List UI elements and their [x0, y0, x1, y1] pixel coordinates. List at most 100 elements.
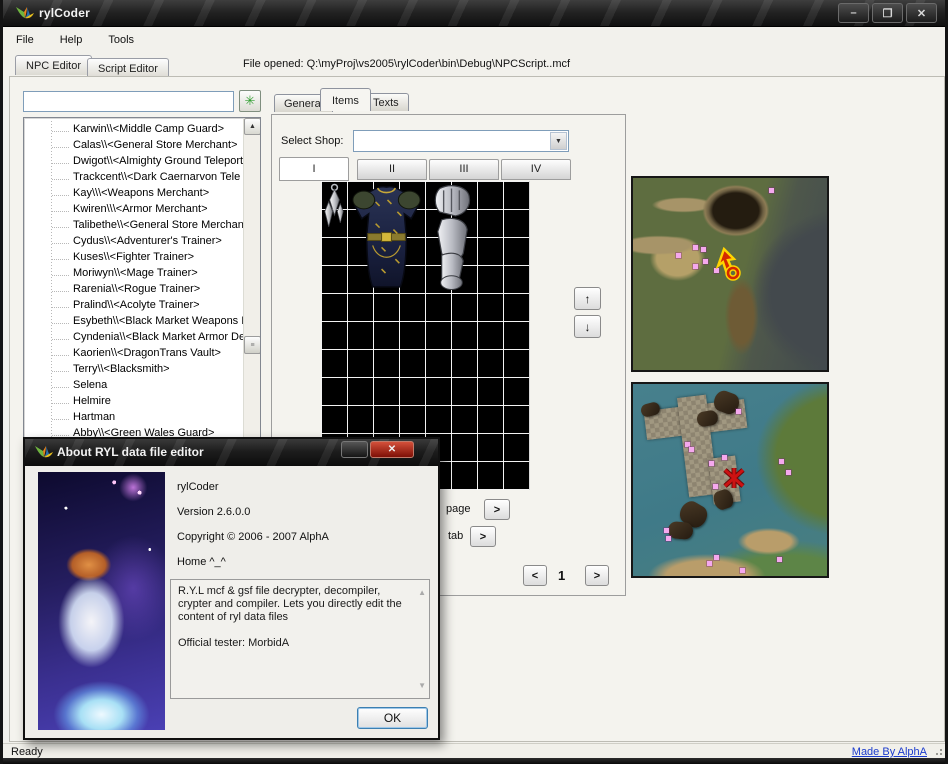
npc-dot-marker [701, 247, 706, 252]
tree-item[interactable]: Kaorien\\<DragonTrans Vault> [24, 345, 243, 361]
tree-item[interactable]: Esybeth\\<Black Market Weapons I [24, 313, 243, 329]
menu-item[interactable]: Tools [95, 31, 147, 49]
about-dialog-title-bar: About RYL data file editor ✕ [25, 439, 438, 466]
copy-page-label: page [446, 503, 470, 515]
tree-item[interactable]: Cyndenia\\<Black Market Armor De [24, 329, 243, 345]
tree-item[interactable]: Hartman [24, 409, 243, 425]
about-version: Version 2.6.0.0 [177, 506, 250, 518]
npc-dot-marker [769, 188, 774, 193]
status-text: Ready [11, 746, 43, 758]
tree-item[interactable]: Helmire [24, 393, 243, 409]
move-down-button[interactable]: ↓ [574, 315, 601, 338]
maximize-button[interactable]: ❐ [872, 3, 903, 23]
menu-item[interactable]: Help [47, 31, 96, 49]
shop-combobox[interactable]: ▼ [353, 130, 569, 152]
slot-tab[interactable]: IV [501, 159, 571, 180]
scroll-up-icon: ▲ [418, 586, 426, 599]
move-up-button[interactable]: ↑ [574, 287, 601, 310]
app-window: rylCoder – ❐ ✕ FileHelpTools NPC Editor … [0, 0, 948, 764]
close-button[interactable]: ✕ [906, 3, 937, 23]
scroll-up-button[interactable]: ▲ [244, 118, 261, 135]
world-map-overview[interactable] [631, 176, 829, 372]
npc-dot-marker [740, 568, 745, 573]
npc-dot-marker [786, 470, 791, 475]
window-title: rylCoder [39, 6, 90, 20]
tree-item[interactable]: Rarenia\\<Rogue Trainer> [24, 281, 243, 297]
item-gauntlet[interactable] [426, 182, 477, 293]
slot-tab[interactable]: I [279, 157, 349, 181]
tab-script-editor[interactable]: Script Editor [87, 58, 169, 78]
slot-tab[interactable]: II [357, 159, 427, 180]
tab-npc-editor[interactable]: NPC Editor [15, 55, 92, 75]
npc-dot-marker [693, 264, 698, 269]
menu-bar: FileHelpTools [3, 28, 945, 52]
minimize-button[interactable]: – [838, 3, 869, 23]
dialog-logo-icon [34, 444, 54, 461]
about-tester: Official tester: MorbidA [178, 637, 409, 650]
tree-item[interactable]: Moriwyn\\<Mage Trainer> [24, 265, 243, 281]
title-bar: rylCoder – ❐ ✕ [3, 0, 945, 27]
tree-item[interactable]: Selena [24, 377, 243, 393]
npc-dot-marker [714, 555, 719, 560]
tree-item[interactable]: Trackcent\\<Dark Caernarvon Tele [24, 169, 243, 185]
tree-item[interactable]: Pralind\\<Acolyte Trainer> [24, 297, 243, 313]
about-home-link[interactable]: Home ^_^ [177, 556, 226, 568]
copy-tab-button[interactable]: > [470, 526, 496, 547]
resize-grip-icon[interactable] [933, 746, 943, 756]
combobox-dropdown-icon[interactable]: ▼ [550, 132, 567, 150]
scroll-down-icon: ▼ [418, 679, 426, 692]
about-dialog-title: About RYL data file editor [57, 445, 204, 459]
tree-item[interactable]: Calas\\<General Store Merchant> [24, 137, 243, 153]
dialog-close-button[interactable]: ✕ [370, 441, 414, 458]
npc-dot-marker [664, 528, 669, 533]
status-bar: Ready Made By AlphA [3, 743, 945, 758]
scroll-thumb[interactable]: ≡ [244, 336, 261, 354]
about-description: R.Y.L mcf & gsf file decrypter, decompil… [178, 585, 409, 624]
menu-item[interactable]: File [3, 31, 47, 49]
search-asterisk-icon: ✳ [245, 93, 256, 109]
tree-item[interactable]: Kwiren\\\<Armor Merchant> [24, 201, 243, 217]
about-dialog: About RYL data file editor ✕ rylCoder Ve… [23, 437, 440, 740]
about-description-box[interactable]: R.Y.L mcf & gsf file decrypter, decompil… [170, 579, 430, 699]
copy-page-button[interactable]: > [484, 499, 510, 520]
copy-tab-label: tab [448, 530, 463, 542]
tab-items[interactable]: Items [320, 88, 371, 111]
select-shop-label: Select Shop: [281, 135, 343, 147]
about-copyright: Copyright © 2006 - 2007 AlphA [177, 531, 329, 543]
tree-item[interactable]: Talibethe\\<General Store Merchan [24, 217, 243, 233]
item-armor[interactable] [348, 182, 425, 293]
ok-button[interactable]: OK [357, 707, 428, 729]
npc-dot-marker [736, 409, 741, 414]
tree-item[interactable]: Terry\\<Blacksmith> [24, 361, 243, 377]
search-button[interactable]: ✳ [239, 90, 261, 112]
npc-dot-marker [722, 455, 727, 460]
npc-dot-marker [685, 442, 690, 447]
player-arrow-marker [714, 247, 746, 286]
ship [667, 521, 694, 540]
tree-item[interactable]: Karwin\\<Middle Camp Guard> [24, 121, 243, 137]
app-logo-icon [15, 5, 35, 22]
tree-item[interactable]: Dwigot\\<Almighty Ground Teleport [24, 153, 243, 169]
tree-item[interactable]: Kay\\\<Weapons Merchant> [24, 185, 243, 201]
tree-item[interactable]: Cydus\\<Adventurer's Trainer> [24, 233, 243, 249]
npc-dot-marker [707, 561, 712, 566]
npc-dot-marker [777, 557, 782, 562]
about-artwork-image [38, 472, 165, 730]
slot-tab[interactable]: III [429, 159, 499, 180]
tree-item[interactable]: Kuses\\<Fighter Trainer> [24, 249, 243, 265]
window-frame-bottom [3, 758, 945, 764]
npc-dot-marker [779, 459, 784, 464]
npc-dot-marker [666, 536, 671, 541]
town-map-detail[interactable] [631, 382, 829, 578]
search-input[interactable] [23, 91, 234, 112]
npc-dot-marker [689, 447, 694, 452]
npc-dot-marker [693, 245, 698, 250]
quest-x-marker [722, 467, 746, 494]
page-next-button[interactable]: > [585, 565, 609, 586]
about-app-name: rylCoder [177, 481, 219, 493]
item-kunai[interactable] [322, 182, 347, 237]
npc-dot-marker [676, 253, 681, 258]
page-prev-button[interactable]: < [523, 565, 547, 586]
made-by-link[interactable]: Made By AlphA [852, 746, 927, 758]
dialog-blank-button[interactable] [341, 441, 368, 458]
